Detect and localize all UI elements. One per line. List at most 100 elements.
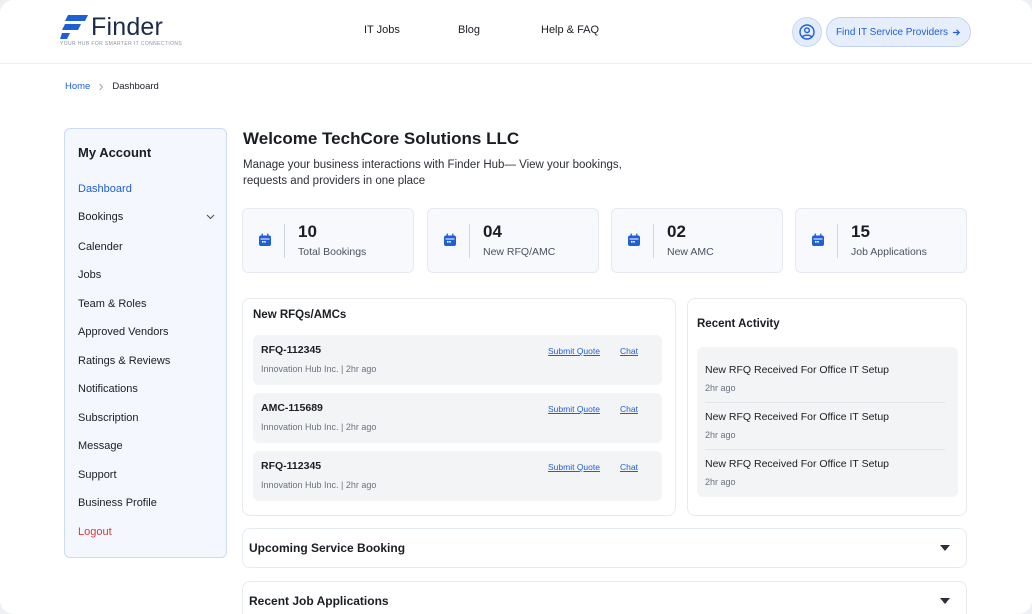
sidebar-title: My Account [78, 145, 152, 160]
nav-blog[interactable]: Blog [458, 24, 480, 36]
chat-link[interactable]: Chat [620, 346, 638, 356]
nav-it-jobs[interactable]: IT Jobs [364, 24, 400, 36]
find-providers-button[interactable]: Find IT Service Providers [826, 17, 971, 47]
submit-quote-link[interactable]: Submit Quote [548, 346, 600, 356]
sidebar-item-label: Dashboard [78, 183, 132, 195]
sidebar-item-label: Calender [78, 241, 123, 253]
stat-label: New AMC [667, 246, 714, 258]
sidebar-item-business-profile[interactable]: Business Profile [78, 495, 215, 511]
sidebar-item-approved-vendors[interactable]: Approved Vendors [78, 324, 215, 340]
activity-list: New RFQ Received For Office IT Setup 2hr… [697, 347, 958, 497]
section-label: Recent Job Applications [249, 594, 389, 608]
stat-value: 15 [851, 222, 870, 241]
sidebar-item-label: Business Profile [78, 497, 157, 509]
sidebar-item-label: Ratings & Reviews [78, 355, 171, 367]
activity-time: 2hr ago [705, 430, 736, 440]
sidebar-item-bookings[interactable]: Bookings [78, 209, 215, 225]
rfq-row: AMC-115689 Innovation Hub Inc. | 2hr ago… [253, 393, 662, 443]
stat-card-total-bookings[interactable]: 10 Total Bookings [242, 208, 414, 273]
activity-text: New RFQ Received For Office IT Setup [705, 458, 890, 470]
profile-button[interactable] [792, 17, 822, 47]
stat-label: Job Applications [851, 246, 927, 258]
activity-time: 2hr ago [705, 477, 736, 487]
sidebar-item-label: Support [78, 469, 117, 481]
caret-down-icon [940, 545, 950, 551]
chat-link[interactable]: Chat [620, 462, 638, 472]
stat-value: 04 [483, 222, 502, 241]
account-sidebar: My Account Dashboard Bookings Calender J… [64, 128, 227, 558]
stat-card-new-rfq-amc[interactable]: 04 New RFQ/AMC [427, 208, 599, 273]
activity-text: New RFQ Received For Office IT Setup [705, 364, 890, 376]
section-label: Upcoming Service Booking [249, 541, 406, 555]
stat-label: Total Bookings [298, 246, 367, 258]
submit-quote-link[interactable]: Submit Quote [548, 462, 600, 472]
sidebar-item-label: Logout [78, 526, 112, 538]
calendar-icon [812, 233, 824, 246]
recent-activity-card: Recent Activity New RFQ Received For Off… [687, 298, 967, 516]
submit-quote-link[interactable]: Submit Quote [548, 404, 600, 414]
subtitle-line: requests and providers in one place [243, 175, 426, 187]
rfq-meta: Innovation Hub Inc. | 2hr ago [261, 364, 377, 374]
rfq-row: RFQ-112345 Innovation Hub Inc. | 2hr ago… [253, 335, 662, 385]
stat-divider [469, 224, 470, 258]
rfq-row: RFQ-112345 Innovation Hub Inc. | 2hr ago… [253, 451, 662, 501]
sidebar-item-label: Bookings [78, 211, 124, 223]
calendar-icon [444, 233, 456, 246]
rfq-id: AMC-115689 [261, 402, 323, 414]
activity-item[interactable]: New RFQ Received For Office IT Setup 2hr… [705, 364, 945, 393]
sidebar-item-label: Jobs [78, 269, 102, 281]
sidebar-item-team-roles[interactable]: Team & Roles [78, 296, 215, 312]
new-rfqs-title: New RFQs/AMCs [253, 309, 347, 321]
calendar-icon [259, 233, 271, 246]
sidebar-item-calender[interactable]: Calender [78, 239, 215, 255]
stat-value: 10 [298, 222, 317, 241]
app-window: Finder YOUR HUB FOR SMARTER IT CONNECTIO… [0, 0, 1032, 614]
find-providers-label: Find IT Service Providers [835, 26, 949, 38]
activity-item[interactable]: New RFQ Received For Office IT Setup 2hr… [705, 458, 945, 487]
rfq-meta: Innovation Hub Inc. | 2hr ago [261, 480, 377, 490]
recent-activity-title: Recent Activity [697, 318, 780, 330]
sidebar-item-label: Team & Roles [78, 298, 147, 310]
sidebar-item-label: Approved Vendors [78, 326, 169, 338]
activity-divider [705, 402, 945, 403]
activity-divider [705, 449, 945, 450]
stat-card-job-applications[interactable]: 15 Job Applications [795, 208, 967, 273]
sidebar-item-support[interactable]: Support [78, 467, 215, 483]
chevron-right-icon [99, 83, 104, 90]
breadcrumb-current: Dashboard [112, 81, 159, 92]
sidebar-item-notifications[interactable]: Notifications [78, 381, 215, 397]
sidebar-item-jobs[interactable]: Jobs [78, 267, 215, 283]
stat-divider [284, 224, 285, 258]
sidebar-item-label: Notifications [78, 383, 138, 395]
sidebar-item-ratings-reviews[interactable]: Ratings & Reviews [78, 353, 215, 369]
upcoming-service-booking-section[interactable]: Upcoming Service Booking [242, 528, 967, 568]
top-header: Finder YOUR HUB FOR SMARTER IT CONNECTIO… [0, 0, 1032, 64]
chevron-down-icon [206, 214, 215, 220]
sidebar-item-label: Message [78, 440, 123, 452]
calendar-icon [628, 233, 640, 246]
stat-divider [837, 224, 838, 258]
sidebar-item-subscription[interactable]: Subscription [78, 410, 215, 426]
sidebar-item-message[interactable]: Message [78, 438, 215, 454]
logo-tagline: YOUR HUB FOR SMARTER IT CONNECTIONS [60, 41, 183, 47]
caret-down-icon [940, 598, 950, 604]
activity-text: New RFQ Received For Office IT Setup [705, 411, 890, 423]
subtitle-line: Manage your business interactions with F… [243, 159, 622, 171]
chat-link[interactable]: Chat [620, 404, 638, 414]
recent-job-applications-section[interactable]: Recent Job Applications [242, 581, 967, 614]
stat-divider [653, 224, 654, 258]
page-title: Welcome TechCore Solutions LLC [243, 129, 520, 148]
nav-help-faq[interactable]: Help & FAQ [541, 24, 599, 36]
rfq-id: RFQ-112345 [261, 344, 322, 356]
activity-item[interactable]: New RFQ Received For Office IT Setup 2hr… [705, 411, 945, 440]
breadcrumb-home[interactable]: Home [65, 81, 90, 92]
user-circle-icon [799, 24, 815, 40]
sidebar-item-dashboard[interactable]: Dashboard [78, 181, 215, 197]
sidebar-item-logout[interactable]: Logout [78, 524, 215, 540]
stat-card-new-amc[interactable]: 02 New AMC [611, 208, 783, 273]
arrow-right-icon [952, 28, 961, 36]
rfq-meta: Innovation Hub Inc. | 2hr ago [261, 422, 377, 432]
stat-value: 02 [667, 222, 686, 241]
sidebar-item-label: Subscription [78, 412, 139, 424]
stat-label: New RFQ/AMC [483, 246, 556, 258]
